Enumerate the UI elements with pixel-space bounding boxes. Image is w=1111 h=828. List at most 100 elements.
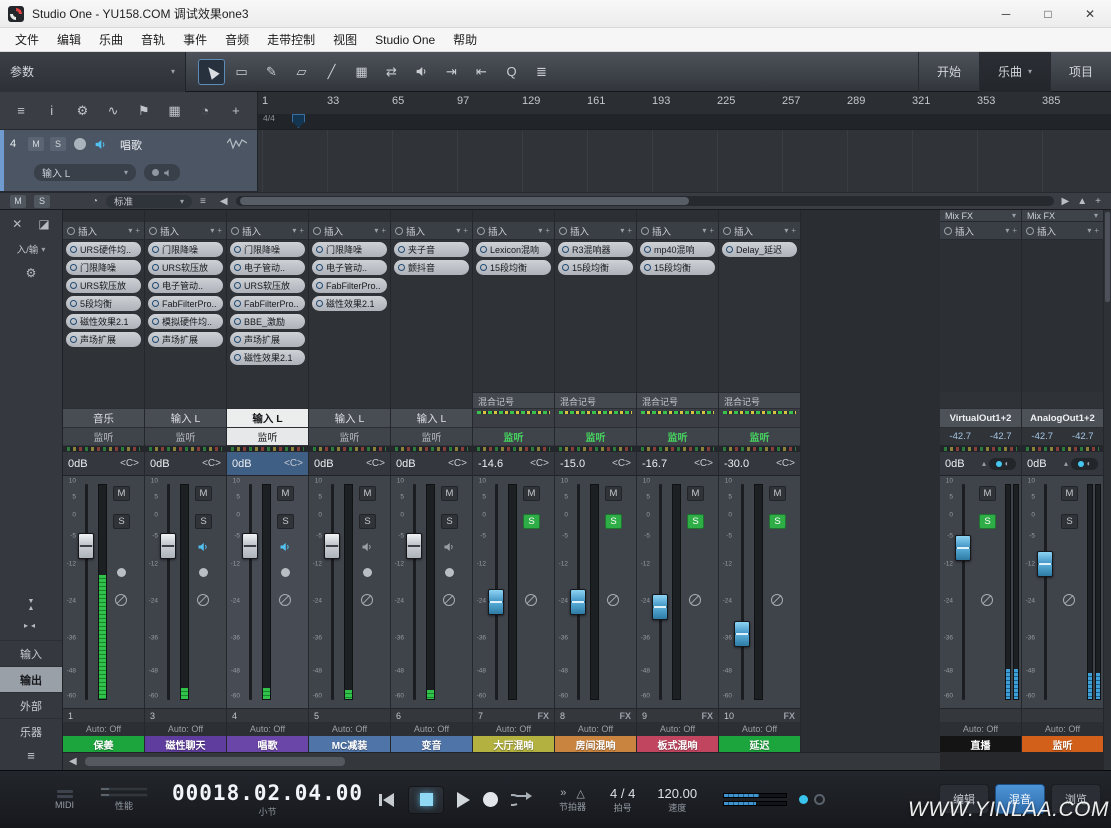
insert-slot[interactable]: R3混响器	[558, 242, 633, 257]
insert-slot[interactable]: 5段均衡	[66, 296, 141, 311]
power-icon[interactable]	[723, 227, 731, 235]
channel-solo-button[interactable]: S	[441, 514, 458, 529]
automation-mode[interactable]: Auto: Off	[63, 722, 144, 736]
channel-solo-button[interactable]: S	[523, 514, 540, 529]
output-mute-button[interactable]: M	[1061, 486, 1078, 501]
rail-tab-inputs[interactable]: 输入	[0, 640, 62, 666]
automation-mode[interactable]: Auto: Off	[940, 722, 1021, 736]
insert-slot[interactable]: FabFilterPro..	[148, 296, 223, 311]
track-solo-button[interactable]: S	[50, 137, 66, 151]
rail-tab-outputs[interactable]: 输出	[0, 666, 62, 692]
output-name[interactable]: 直播	[940, 736, 1021, 752]
menu-item-10[interactable]: 帮助	[444, 28, 486, 51]
plugin-power-icon[interactable]	[726, 246, 733, 253]
mixfx-dropdown-icon[interactable]: ▾	[1012, 211, 1016, 220]
rail-tab-external[interactable]: 外部	[0, 692, 62, 718]
fader-track[interactable]	[569, 476, 588, 708]
fader-track[interactable]	[487, 476, 506, 708]
insert-slot[interactable]: 声场扩展	[66, 332, 141, 347]
scroll-left-button[interactable]: ◀	[69, 756, 77, 767]
track-mute-button[interactable]: M	[28, 137, 44, 151]
channel-strip-8[interactable]: 插入▾+R3混响器15段均衡混合记号监听-15.0<C>1050-5-12-24…	[555, 210, 637, 752]
track-monitor-button[interactable]	[94, 138, 107, 156]
automation-mode[interactable]: Auto: Off	[227, 722, 308, 736]
plugin-power-icon[interactable]	[644, 246, 651, 253]
plugin-power-icon[interactable]	[70, 336, 77, 343]
precount-icon[interactable]: »	[560, 787, 566, 800]
plugin-power-icon[interactable]	[234, 300, 241, 307]
fader-handle[interactable]	[324, 533, 340, 559]
plugin-power-icon[interactable]	[152, 318, 159, 325]
channel-pan-value[interactable]: <C>	[694, 458, 713, 469]
channel-bypass-icon[interactable]	[525, 594, 537, 606]
insert-slot[interactable]: 磁性效果2.1	[230, 350, 305, 365]
monitor-toggle[interactable]: ◐	[1071, 458, 1098, 470]
start-page-button[interactable]: 开始	[918, 52, 979, 92]
insert-add-icon[interactable]: +	[791, 226, 796, 235]
insert-slot[interactable]: 电子管动..	[148, 278, 223, 293]
plugin-power-icon[interactable]	[234, 354, 241, 361]
channel-name[interactable]: 变音	[391, 736, 472, 752]
insert-slot[interactable]: Delay_延迟	[722, 242, 797, 257]
tempo-icon[interactable]: ◔	[92, 196, 98, 207]
insert-slot[interactable]: URS软压放	[230, 278, 305, 293]
channel-strip-1[interactable]: 插入▾+URS硬件均..门限降噪URS软压放5段均衡磁性效果2.1声场扩展音乐监…	[63, 210, 145, 752]
fader-track[interactable]	[405, 476, 424, 708]
insert-slot[interactable]: 门限降噪	[312, 242, 387, 257]
menu-item-5[interactable]: 事件	[174, 28, 216, 51]
return-to-start-button[interactable]	[379, 793, 395, 807]
fader-handle[interactable]	[406, 533, 422, 559]
fader-track[interactable]	[954, 476, 973, 708]
plugin-power-icon[interactable]	[316, 300, 323, 307]
plugin-power-icon[interactable]	[644, 264, 651, 271]
tempo-value[interactable]: 120.00	[657, 786, 697, 801]
time-display[interactable]: 00018.02.04.00 小节	[172, 781, 363, 818]
scrollbar-thumb[interactable]	[240, 197, 690, 205]
plugin-power-icon[interactable]	[316, 246, 323, 253]
minimize-button[interactable]: ─	[985, 0, 1027, 27]
menu-item-1[interactable]: 文件	[6, 28, 48, 51]
channel-level-value[interactable]: -15.0	[560, 458, 612, 470]
collapse-strips-icon[interactable]: ▸◂	[24, 621, 38, 630]
channel-strip-6[interactable]: 插入▾+夹子音颤抖音输入 L监听0dB<C>1050-5-12-24-36-48…	[391, 210, 473, 752]
loop-button[interactable]	[511, 792, 537, 808]
fader-track[interactable]	[241, 476, 260, 708]
track-list-menu-icon[interactable]: ≡	[12, 103, 30, 118]
output-level-value[interactable]: 0dB	[945, 458, 982, 470]
insert-slot[interactable]: 15段均衡	[558, 260, 633, 275]
channel-strip-9[interactable]: 插入▾+mp40混响15段均衡混合记号监听-16.7<C>1050-5-12-2…	[637, 210, 719, 752]
grid-icon[interactable]: ▦	[166, 103, 184, 119]
plugin-power-icon[interactable]	[234, 318, 241, 325]
insert-add-icon[interactable]: +	[709, 226, 714, 235]
channel-strip-3[interactable]: 插入▾+门限降噪URS软压放电子管动..FabFilterPro..模拟硬件均.…	[145, 210, 227, 752]
timeline-ruler[interactable]: 14/4336597129161193225257289321353385	[258, 92, 1111, 130]
channel-name[interactable]: 延迟	[719, 736, 800, 752]
insert-menu-icon[interactable]: ▾	[1087, 226, 1091, 235]
monitor-button[interactable]: 监听	[637, 428, 718, 446]
io-selector[interactable]: 入/输▾	[17, 242, 46, 256]
plugin-power-icon[interactable]	[234, 282, 241, 289]
track-name[interactable]: 唱歌	[120, 137, 142, 153]
power-icon[interactable]	[149, 227, 157, 235]
channel-solo-button[interactable]: S	[605, 514, 622, 529]
plugin-power-icon[interactable]	[152, 282, 159, 289]
fader-track[interactable]	[77, 476, 96, 708]
channel-mute-button[interactable]: M	[359, 486, 376, 501]
channel-level-value[interactable]: 0dB	[314, 458, 366, 470]
arrange-canvas[interactable]	[258, 130, 1111, 192]
automation-mode[interactable]: Auto: Off	[637, 722, 718, 736]
channel-solo-button[interactable]: S	[359, 514, 376, 529]
power-icon[interactable]	[231, 227, 239, 235]
fader-handle[interactable]	[734, 621, 750, 647]
channel-mute-button[interactable]: M	[687, 486, 704, 501]
record-button[interactable]	[483, 792, 498, 807]
channel-monitor-icon[interactable]	[443, 540, 455, 558]
parameters-panel-toggle[interactable]: 参数 ▾	[0, 52, 186, 92]
mixfx-header[interactable]: Mix FX▾	[1022, 210, 1103, 222]
channel-level-value[interactable]: -30.0	[724, 458, 776, 470]
insert-add-icon[interactable]: +	[627, 226, 632, 235]
insert-add-icon[interactable]: +	[463, 226, 468, 235]
channel-level-value[interactable]: -14.6	[478, 458, 530, 470]
channel-name[interactable]: 板式混响	[637, 736, 718, 752]
monitor-button[interactable]: 监听	[719, 428, 800, 446]
